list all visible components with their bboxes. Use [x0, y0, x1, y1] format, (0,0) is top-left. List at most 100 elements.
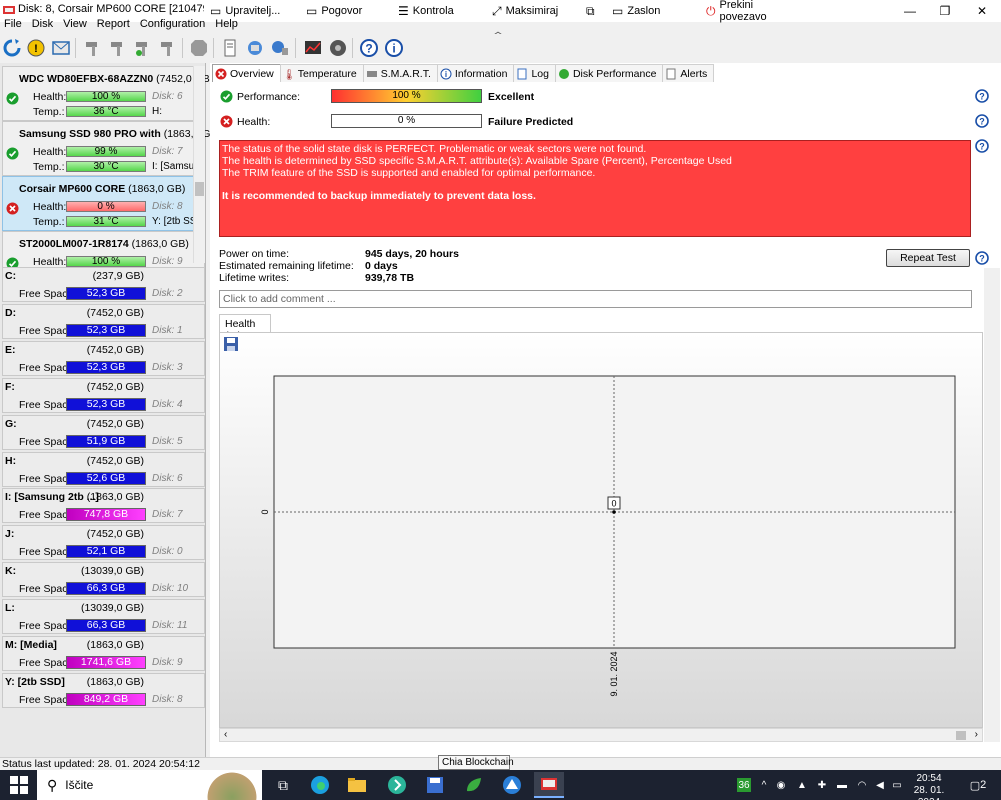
chart-horizontal-scrollbar[interactable]: ‹ ›	[219, 728, 983, 742]
volume-item[interactable]: L: (13039,0 GB) Free Space 66,3 GB Disk: 11	[2, 599, 205, 635]
volume-item[interactable]: E: (7452,0 GB) Free Space 52,3 GB Disk: 3	[2, 340, 205, 376]
refresh-button[interactable]	[1, 37, 23, 59]
tray-badge[interactable]: 36	[737, 778, 751, 792]
tray-app-icon[interactable]: ◉	[774, 778, 788, 792]
help-button[interactable]: ?	[358, 37, 380, 59]
chevron-up-icon[interactable]: ^	[757, 778, 771, 792]
hammer-button-4[interactable]	[157, 37, 179, 59]
hd-sentinel-button[interactable]	[534, 772, 564, 798]
chia-button[interactable]	[459, 772, 489, 798]
volume-item[interactable]: H: (7452,0 GB) Free Space 52,6 GB Disk: 6	[2, 451, 205, 487]
minimize-button[interactable]: —	[893, 0, 927, 22]
alert-button[interactable]: !	[25, 37, 47, 59]
warning-icon: !	[27, 39, 45, 57]
power-on-label: Power on time:	[219, 248, 290, 260]
info-button[interactable]: i	[383, 37, 405, 59]
volume-disk: Disk: 5	[152, 435, 183, 447]
scrollbar-thumb[interactable]	[195, 182, 204, 196]
chat-icon: ▭	[306, 4, 318, 18]
free-space-bar: 66,3 GB	[66, 619, 146, 633]
repeat-test-button[interactable]: Repeat Test	[886, 249, 970, 267]
volume-item[interactable]: C: (237,9 GB) Free Space 52,3 GB Disk: 2	[2, 267, 205, 302]
help-icon[interactable]: ?	[975, 251, 989, 265]
app-button-triangle[interactable]	[497, 772, 527, 798]
chevron-left-icon[interactable]: ‹	[224, 729, 227, 740]
volume-name: H:	[5, 454, 17, 467]
app-button-save[interactable]	[420, 772, 450, 798]
switch-icon: ⧉	[586, 3, 595, 18]
document-button[interactable]	[219, 37, 241, 59]
remote-maximize-button[interactable]: ⤢ Maksimiraj	[488, 0, 576, 22]
speaker-button[interactable]	[327, 37, 349, 59]
disk-list-scrollbar[interactable]	[193, 66, 205, 263]
chevron-right-icon[interactable]: ›	[975, 729, 978, 740]
close-button[interactable]: ✕	[965, 0, 999, 22]
disk-card[interactable]: Samsung SSD 980 PRO with (1863,0 GB) Heal…	[2, 121, 221, 176]
volume-item[interactable]: G: (7452,0 GB) Free Space 51,9 GB Disk: 5	[2, 414, 205, 450]
tab-information[interactable]: i Information	[436, 64, 515, 82]
volume-item[interactable]: K: (13039,0 GB) Free Space 66,3 GB Disk: 10	[2, 562, 205, 598]
remote-disconnect-button[interactable]: ⏻ Prekini povezavo	[702, 0, 802, 23]
remote-switch-button[interactable]: ⧉	[582, 0, 604, 22]
app-button-green[interactable]	[382, 772, 412, 798]
report-button[interactable]	[50, 37, 72, 59]
tab-disk-performance[interactable]: Disk Performance	[554, 64, 664, 82]
comment-input[interactable]: Click to add comment ...	[219, 290, 972, 308]
menu-configuration[interactable]: Configuration	[136, 18, 211, 32]
volume-item[interactable]: J: (7452,0 GB) Free Space 52,1 GB Disk: 0	[2, 525, 205, 561]
taskbar-search[interactable]: ⚲ Iščite	[37, 770, 262, 800]
volume-size: (7452,0 GB)	[86, 528, 144, 541]
help-icon[interactable]: ?	[975, 139, 989, 153]
benchmark-button[interactable]	[302, 37, 324, 59]
notification-button[interactable]: ▢ 2	[968, 778, 988, 792]
explorer-button[interactable]	[342, 772, 372, 798]
tab-smart[interactable]: S.M.A.R.T.	[362, 64, 438, 82]
volume-item[interactable]: D: (7452,0 GB) Free Space 52,3 GB Disk: 1	[2, 303, 205, 339]
clock[interactable]: 20:5428. 01. 2024	[903, 773, 955, 800]
menu-help[interactable]: Help	[211, 18, 244, 32]
tab-health-chart[interactable]: Health (%)	[219, 314, 271, 342]
volume-item[interactable]: F: (7452,0 GB) Free Space 52,3 GB Disk: 4	[2, 377, 205, 413]
health-bar: 99 %	[66, 146, 146, 157]
menu-report[interactable]: Report	[93, 18, 136, 32]
edge-button[interactable]	[305, 772, 335, 798]
volume-icon[interactable]: ◀	[873, 778, 887, 792]
disk-card[interactable]: Corsair MP600 CORE (1863,0 GB) Health: 0 %…	[2, 176, 205, 231]
task-view-button[interactable]: ⧉	[268, 772, 298, 798]
tab-log[interactable]: Log	[513, 64, 556, 82]
remote-chat-button[interactable]: ▭ Pogovor	[302, 0, 388, 22]
menu-disk[interactable]: Disk	[28, 18, 59, 32]
stop-button[interactable]	[188, 37, 210, 59]
remote-control-button[interactable]: ☰ Kontrola	[394, 0, 480, 22]
volume-item[interactable]: I: [Samsung 2tb ...] (1863,0 GB) Free Spac…	[2, 488, 205, 524]
tab-overview[interactable]: Overview	[212, 64, 281, 82]
temp-bar: 30 °C	[66, 161, 146, 172]
remote-screen-button[interactable]: ▭ Zaslon	[608, 0, 698, 22]
hammer-button-1[interactable]	[82, 37, 104, 59]
hammer-button-2[interactable]	[107, 37, 129, 59]
tray-app-icon[interactable]: ✚	[815, 778, 829, 792]
menu-view[interactable]: View	[59, 18, 93, 32]
status-ok-icon	[6, 147, 19, 160]
help-icon[interactable]: ?	[975, 114, 989, 128]
wifi-icon[interactable]: ◠	[855, 778, 869, 792]
tab-alerts[interactable]: Alerts	[662, 64, 715, 82]
start-button[interactable]	[4, 772, 34, 798]
scrollbar-thumb[interactable]	[956, 731, 966, 740]
free-space-bar: 1741,6 GB	[66, 656, 146, 669]
monitor-disk-button[interactable]	[269, 37, 291, 59]
menu-file[interactable]: File	[0, 18, 28, 32]
main-vertical-scrollbar[interactable]	[984, 268, 1000, 742]
tab-temperature[interactable]: 🌡 Temperature	[279, 64, 364, 82]
restore-button[interactable]: ❐	[928, 0, 962, 22]
help-icon[interactable]: ?	[975, 89, 989, 103]
disk-card[interactable]: WDC WD80EFBX-68AZZN0 (7452,0 GB) Health: 1…	[2, 66, 213, 121]
hammer-button-3[interactable]	[132, 37, 154, 59]
volume-item[interactable]: Y: [2tb SSD] (1863,0 GB) Free Space 849,2 G…	[2, 672, 205, 708]
tray-app-icon[interactable]: ▲	[795, 778, 809, 792]
y-tick-label: 0	[260, 509, 270, 514]
tray-app-icon[interactable]: ▬	[835, 778, 849, 792]
network-button[interactable]	[244, 37, 266, 59]
battery-icon[interactable]: ▭	[890, 778, 904, 792]
volume-item[interactable]: M: [Media] (1863,0 GB) Free Space 1741,6 GB…	[2, 636, 205, 671]
